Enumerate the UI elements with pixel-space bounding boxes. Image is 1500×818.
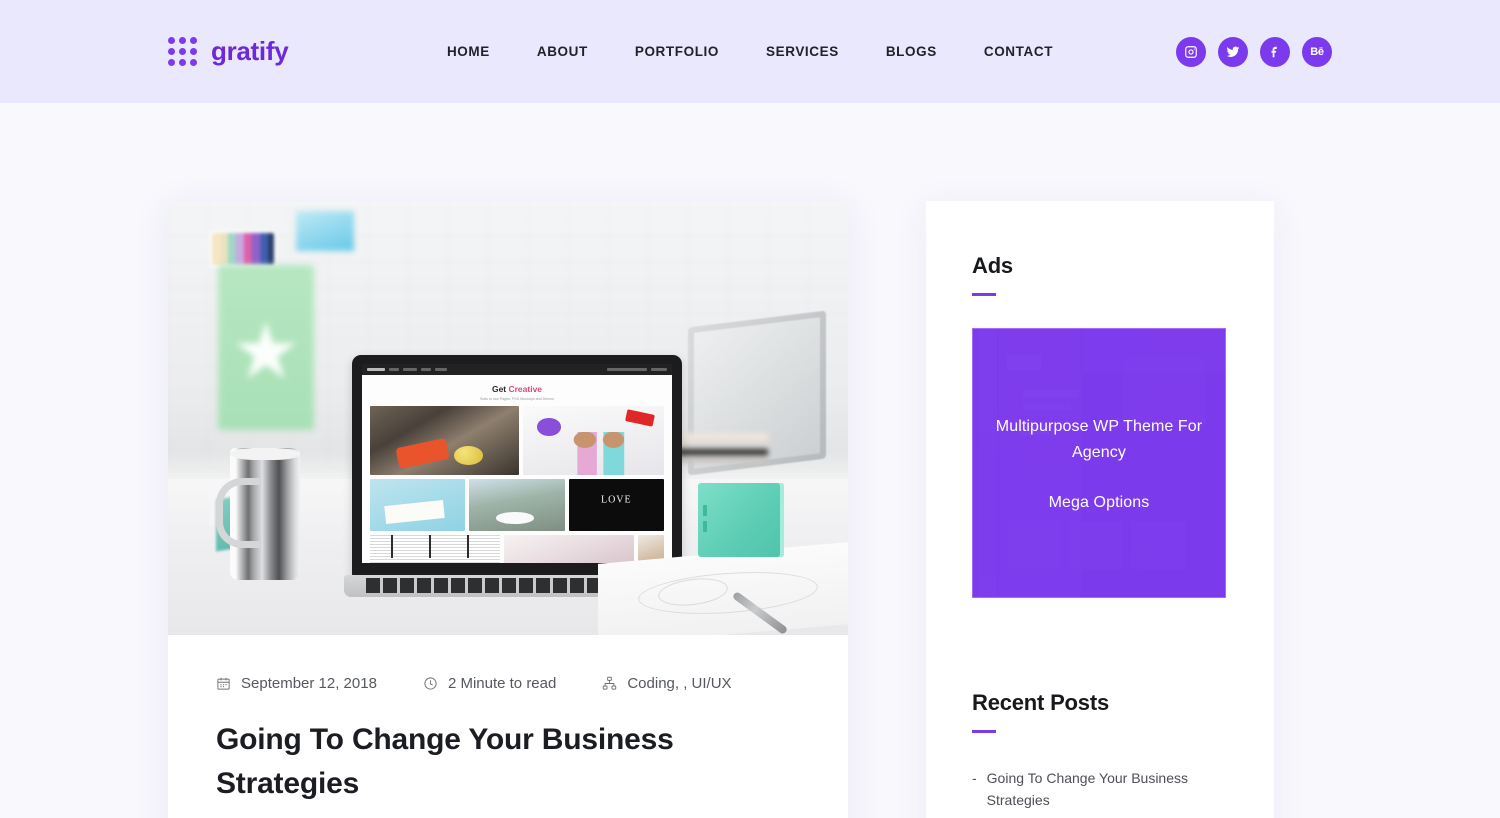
site-header: gratify HOME ABOUT PORTFOLIO SERVICES BL… <box>0 0 1500 103</box>
nine-dot-grid-icon <box>168 37 197 66</box>
page-container: Get Creative Suits to use Pages, PSD Moc… <box>0 103 1500 818</box>
ad-subheading: Mega Options <box>1048 494 1150 512</box>
laptop-screen: Get Creative Suits to use Pages, PSD Moc… <box>362 364 672 563</box>
blue-card-object <box>296 211 354 251</box>
ad-banner[interactable]: Multipurpose WP Theme For Agency Mega Op… <box>972 328 1226 598</box>
pencils-object <box>212 233 274 265</box>
ad-heading: Multipurpose WP Theme For Agency <box>995 417 1203 461</box>
green-star-bag-object <box>218 265 314 430</box>
list-item-label: Going To Change Your Business Strategies <box>986 770 1189 809</box>
post-categories-label: Coding, , UI/UX <box>627 675 732 692</box>
nav-item-blogs[interactable]: BLOGS <box>886 44 937 59</box>
post-title[interactable]: Going To Change Your Business Strategies <box>216 718 800 805</box>
facebook-icon[interactable] <box>1260 36 1290 67</box>
twitter-icon[interactable] <box>1218 36 1248 67</box>
recent-posts-list: - Going To Change Your Business Strategi… <box>972 767 1228 818</box>
blog-post-card: Get Creative Suits to use Pages, PSD Moc… <box>168 201 848 818</box>
post-date: September 12, 2018 <box>216 675 377 692</box>
desk-photo-illustration: Get Creative Suits to use Pages, PSD Moc… <box>168 201 848 635</box>
sitemap-icon <box>603 676 617 690</box>
clock-icon <box>424 677 437 690</box>
nav-item-services[interactable]: SERVICES <box>766 44 839 59</box>
recent-posts-title: Recent Posts <box>972 690 1109 715</box>
brand-logo[interactable]: gratify <box>168 36 289 67</box>
social-links: Bē <box>1176 36 1332 67</box>
laptop-site-heading-accent: Creative <box>508 384 543 394</box>
post-date-label: September 12, 2018 <box>241 675 377 692</box>
list-item-dash: - <box>972 770 977 786</box>
ads-title-underline <box>972 293 996 296</box>
recent-posts-widget: Recent Posts - Going To Change Your Busi… <box>972 690 1228 818</box>
recent-posts-title-underline <box>972 730 996 733</box>
instagram-icon[interactable] <box>1176 36 1206 67</box>
post-categories[interactable]: Coding, , UI/UX <box>602 675 732 692</box>
brand-name: gratify <box>211 36 289 66</box>
laptop-site-heading: Get <box>491 384 509 394</box>
ads-widget-title: Ads <box>972 253 1013 278</box>
nav-item-portfolio[interactable]: PORTFOLIO <box>635 44 719 59</box>
behance-icon[interactable]: Bē <box>1302 36 1332 67</box>
post-read-time: 2 Minute to read <box>423 675 556 692</box>
ads-widget: Ads Multipurpose WP Theme For Agency Meg… <box>972 253 1228 598</box>
mint-speaker-object <box>698 483 784 557</box>
post-meta: September 12, 2018 2 Minute to read Codi… <box>216 675 800 692</box>
post-featured-image[interactable]: Get Creative Suits to use Pages, PSD Moc… <box>168 201 848 635</box>
main-navigation: HOME ABOUT PORTFOLIO SERVICES BLOGS CONT… <box>447 44 1053 59</box>
post-body: September 12, 2018 2 Minute to read Codi… <box>168 635 848 805</box>
laptop-site-subheading: Suits to use Pages, PSD Mockups and Demo… <box>479 397 555 401</box>
laptop-love-text: LOVE <box>600 494 632 506</box>
nav-item-home[interactable]: HOME <box>447 44 490 59</box>
post-read-time-label: 2 Minute to read <box>447 675 557 692</box>
silver-mug-object <box>210 448 300 580</box>
nav-item-contact[interactable]: CONTACT <box>984 44 1053 59</box>
nav-item-about[interactable]: ABOUT <box>537 44 588 59</box>
calendar-icon <box>217 677 230 690</box>
list-item[interactable]: - Going To Change Your Business Strategi… <box>972 767 1228 812</box>
content-wrapper: Get Creative Suits to use Pages, PSD Moc… <box>168 103 1332 818</box>
sidebar: Ads Multipurpose WP Theme For Agency Meg… <box>926 201 1274 818</box>
